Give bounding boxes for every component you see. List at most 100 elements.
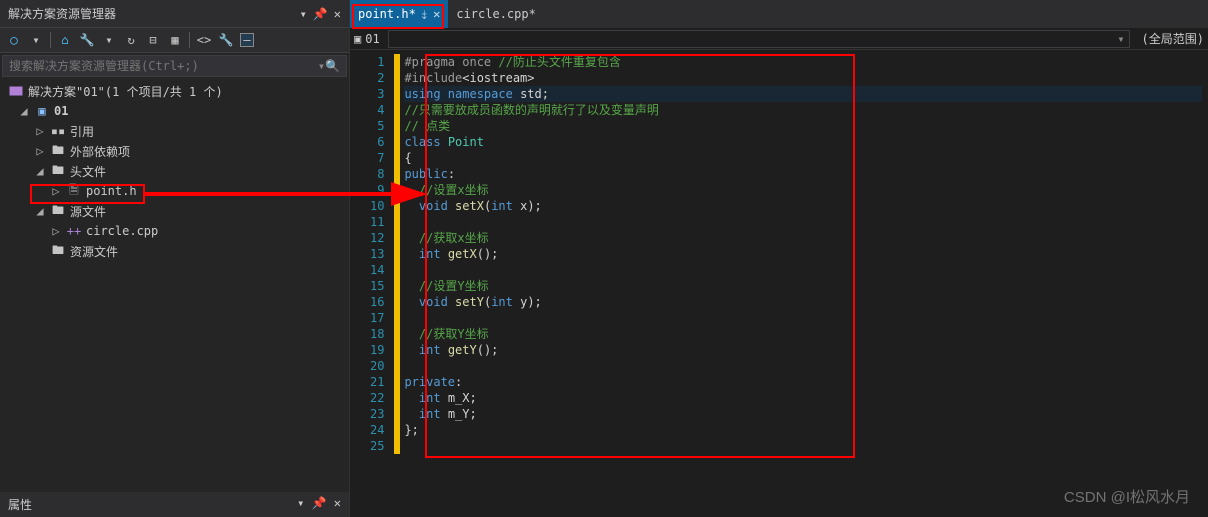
separator	[189, 32, 190, 48]
scope-icon[interactable]: 🔧	[79, 32, 95, 48]
code-icon[interactable]: <>	[196, 32, 212, 48]
code-line[interactable]: int getX();	[404, 246, 1202, 262]
references-label: 引用	[70, 123, 94, 140]
code-line[interactable]	[404, 438, 1202, 454]
scope-label: (全局范围)	[1142, 30, 1204, 47]
folder-icon: 🖿	[50, 204, 66, 218]
pin-icon[interactable]: 📌	[312, 496, 327, 510]
code-line[interactable]: private:	[404, 374, 1202, 390]
code-line[interactable]: #include<iostream>	[404, 70, 1202, 86]
sources-node[interactable]: ◢ 🖿 源文件	[0, 201, 349, 221]
external-node[interactable]: ▷ 🖿 外部依赖项	[0, 141, 349, 161]
chevron-right-icon[interactable]: ▷	[34, 124, 46, 138]
solution-explorer-title: 解决方案资源管理器 ▾ 📌 ✕	[0, 0, 349, 28]
dropdown-icon[interactable]: ▾	[300, 7, 307, 21]
explorer-toolbar: ◯ ▾ ⌂ 🔧 ▾ ↻ ⊟ ▦ <> 🔧 —	[0, 28, 349, 53]
chevron-right-icon[interactable]: ▷	[50, 184, 62, 198]
showall-icon[interactable]: ▦	[167, 32, 183, 48]
solution-label: 解决方案"01"(1 个项目/共 1 个)	[28, 83, 223, 100]
back-icon[interactable]: ◯	[6, 32, 22, 48]
project-icon: ▣	[34, 104, 50, 118]
code-line[interactable]: int m_Y;	[404, 406, 1202, 422]
editor-tabs: point.h* ⤈ ✕ circle.cpp*	[350, 0, 1208, 28]
dropdown-icon[interactable]: ▾	[297, 496, 304, 510]
dd-icon[interactable]: ▾	[101, 32, 117, 48]
chevron-down-icon[interactable]: ◢	[18, 104, 30, 118]
home-icon[interactable]: ⌂	[57, 32, 73, 48]
collapse-icon[interactable]: ⊟	[145, 32, 161, 48]
search-icon[interactable]: 🔍	[325, 59, 340, 73]
chevron-down-icon[interactable]: ◢	[34, 164, 46, 178]
code-line[interactable]: //获取Y坐标	[404, 326, 1202, 342]
fwd-icon[interactable]: ▾	[28, 32, 44, 48]
solution-tree: 解决方案"01"(1 个项目/共 1 个) ◢ ▣ 01 ▷ ▪▪ 引用 ▷ 🖿…	[0, 79, 349, 492]
references-icon: ▪▪	[50, 124, 66, 138]
pin-icon[interactable]: 📌	[313, 7, 328, 21]
pin-icon[interactable]: ⤈	[422, 7, 427, 22]
code-line[interactable]: {	[404, 150, 1202, 166]
code-line[interactable]: void setY(int y);	[404, 294, 1202, 310]
code-line[interactable]: using namespace std;	[404, 86, 1202, 102]
code-line[interactable]: //获取x坐标	[404, 230, 1202, 246]
project-dropdown[interactable]: ▣ 01	[354, 32, 380, 46]
refresh-icon[interactable]: ↻	[123, 32, 139, 48]
code-line[interactable]: #pragma once //防止头文件重复包含	[404, 54, 1202, 70]
headers-node[interactable]: ◢ 🖿 头文件	[0, 161, 349, 181]
properties-title-bar: 属性 ▾ 📌 ✕	[0, 492, 349, 517]
properties-title-text: 属性	[8, 496, 32, 513]
search-box[interactable]: ▾ 🔍	[2, 55, 347, 77]
code-line[interactable]: void setX(int x);	[404, 198, 1202, 214]
code-editor[interactable]: 1234567891011121314151617181920212223242…	[350, 50, 1208, 517]
point-h-label: point.h	[86, 184, 137, 198]
line-numbers: 1234567891011121314151617181920212223242…	[350, 50, 394, 517]
code-line[interactable]	[404, 262, 1202, 278]
code-line[interactable]: };	[404, 422, 1202, 438]
sources-label: 源文件	[70, 203, 106, 220]
search-input[interactable]	[9, 59, 318, 73]
code-line[interactable]: int m_X;	[404, 390, 1202, 406]
tab-point-h[interactable]: point.h* ⤈ ✕	[350, 0, 448, 28]
circle-cpp-node[interactable]: ▷ ++ circle.cpp	[0, 221, 349, 241]
code-line[interactable]: // 点类	[404, 118, 1202, 134]
close-tab-icon[interactable]: ✕	[433, 7, 440, 21]
solution-node[interactable]: 解决方案"01"(1 个项目/共 1 个)	[0, 81, 349, 101]
code-line[interactable]: //只需要放成员函数的声明就行了以及变量声明	[404, 102, 1202, 118]
point-h-node[interactable]: ▷ 🗎 point.h	[0, 181, 349, 201]
chevron-down-icon[interactable]: ◢	[34, 204, 46, 218]
code-line[interactable]: //设置x坐标	[404, 182, 1202, 198]
folder-icon: 🖿	[50, 144, 66, 158]
folder-icon: 🖿	[50, 244, 66, 258]
preview-toggle[interactable]: —	[240, 33, 254, 47]
change-marker	[394, 54, 400, 454]
chevron-right-icon[interactable]: ▷	[50, 224, 62, 238]
code-line[interactable]	[404, 214, 1202, 230]
code-line[interactable]: int getY();	[404, 342, 1202, 358]
close-panel-icon[interactable]: ✕	[334, 496, 341, 510]
resources-label: 资源文件	[70, 243, 118, 260]
close-panel-icon[interactable]: ✕	[334, 7, 341, 21]
resources-node[interactable]: 🖿 资源文件	[0, 241, 349, 261]
tab-label: point.h*	[358, 7, 416, 21]
code-content[interactable]: #pragma once //防止头文件重复包含#include<iostrea…	[394, 50, 1208, 458]
chevron-right-icon[interactable]: ▷	[34, 144, 46, 158]
tab-label: circle.cpp*	[456, 7, 535, 21]
folder-icon: 🖿	[50, 164, 66, 178]
external-label: 外部依赖项	[70, 143, 130, 160]
tab-circle-cpp[interactable]: circle.cpp*	[448, 0, 543, 28]
nav-bar: ▣ 01 ▾ (全局范围)	[350, 28, 1208, 50]
headers-label: 头文件	[70, 163, 106, 180]
cpp-file-icon: ++	[66, 224, 82, 238]
code-line[interactable]: public:	[404, 166, 1202, 182]
scope-dropdown-left[interactable]: ▾	[388, 30, 1130, 48]
code-line[interactable]	[404, 358, 1202, 374]
code-line[interactable]: //设置Y坐标	[404, 278, 1202, 294]
solution-icon	[8, 84, 24, 98]
code-line[interactable]: class Point	[404, 134, 1202, 150]
references-node[interactable]: ▷ ▪▪ 引用	[0, 121, 349, 141]
code-line[interactable]	[404, 310, 1202, 326]
search-dd-icon[interactable]: ▾	[318, 59, 325, 73]
wrench-icon[interactable]: 🔧	[218, 32, 234, 48]
project-node[interactable]: ◢ ▣ 01	[0, 101, 349, 121]
separator	[50, 32, 51, 48]
circle-cpp-label: circle.cpp	[86, 224, 158, 238]
